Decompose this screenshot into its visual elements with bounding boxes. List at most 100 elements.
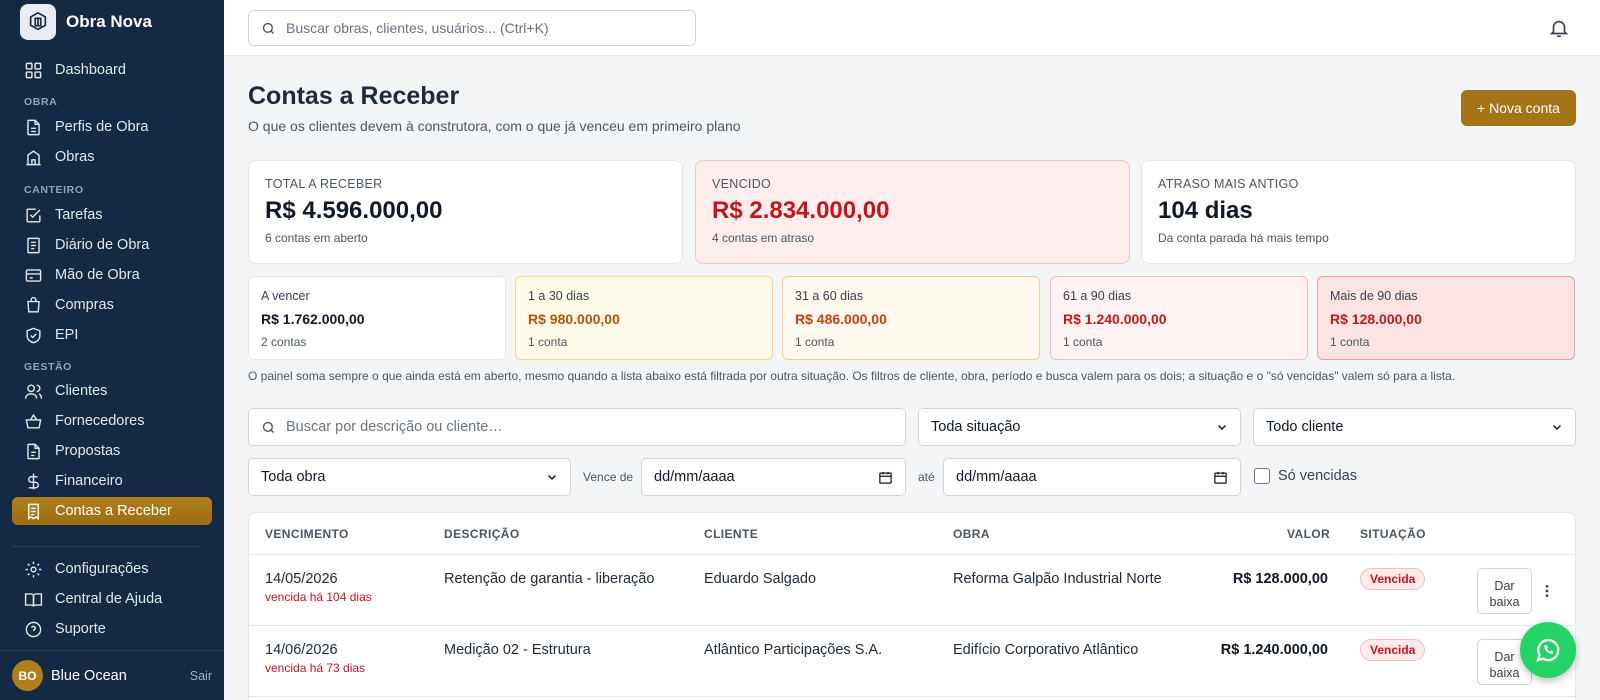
shield-check-icon [26, 327, 41, 343]
cell-description: Retenção de garantia - liberação [444, 571, 655, 587]
sidebar-item-label: Perfis de Obra [55, 119, 149, 135]
filter-cliente-select[interactable]: Todo cliente [1253, 408, 1576, 446]
date-from-input[interactable]: dd/mm/aaaa [641, 458, 906, 496]
topbar: Buscar obras, clientes, usuários... (Ctr… [224, 0, 1600, 56]
filter-obra-select[interactable]: Toda obra [248, 458, 571, 496]
aging-count: 1 conta [1330, 335, 1370, 349]
sidebar-item-financeiro[interactable]: Financeiro [12, 467, 212, 495]
kpi-label: VENCIDO [712, 177, 772, 191]
sidebar-item-label: Central de Ajuda [55, 591, 163, 607]
col-header-obra[interactable]: OBRA [953, 527, 990, 541]
sidebar-item-dashboard[interactable]: Dashboard [12, 56, 212, 84]
user-name: Blue Ocean [51, 667, 127, 684]
sidebar-item-configuracoes[interactable]: Configurações [12, 555, 212, 583]
sidebar-item-tarefas[interactable]: Tarefas [12, 201, 212, 229]
cell-due-date: 14/06/2026 [265, 642, 338, 658]
ate-label: até [918, 470, 935, 484]
sidebar-item-mao-de-obra[interactable]: Mão de Obra [12, 261, 212, 289]
sidebar-item-diario-de-obra[interactable]: Diário de Obra [12, 231, 212, 259]
date-from-value: dd/mm/aaaa [654, 469, 735, 485]
aging-card-mais-90[interactable]: Mais de 90 dias R$ 128.000,00 1 conta [1317, 276, 1575, 360]
brand-name: Obra Nova [66, 12, 152, 31]
cell-due-note: vencida há 73 dias [265, 661, 366, 675]
status-badge: Vencida [1360, 568, 1426, 590]
brand[interactable]: Obra Nova [20, 4, 152, 40]
page-title: Contas a Receber [248, 82, 460, 110]
cell-value: R$ 1.240.000,00 [1220, 642, 1328, 658]
aging-value: R$ 1.762.000,00 [261, 311, 365, 327]
checkbox-box[interactable] [1254, 468, 1270, 484]
sidebar-item-clientes[interactable]: Clientes [12, 377, 212, 405]
aging-card-1-30[interactable]: 1 a 30 dias R$ 980.000,00 1 conta [515, 276, 773, 360]
logout-link[interactable]: Sair [190, 669, 212, 683]
select-value: Todo cliente [1266, 419, 1344, 435]
col-header-cliente[interactable]: CLIENTE [704, 527, 758, 541]
whatsapp-icon [1536, 638, 1560, 662]
table-row[interactable]: 14/06/2026 vencida há 73 dias Medição 02… [249, 626, 1575, 697]
sidebar-item-label: Tarefas [55, 207, 103, 223]
page-subtitle: O que os clientes devem à construtora, c… [248, 118, 741, 134]
kpi-vencido: VENCIDO R$ 2.834.000,00 4 contas em atra… [695, 160, 1130, 264]
date-to-input[interactable]: dd/mm/aaaa [943, 458, 1241, 496]
global-search-input[interactable]: Buscar obras, clientes, usuários... (Ctr… [248, 10, 696, 46]
sidebar-item-obras[interactable]: Obras [12, 143, 212, 171]
sidebar-item-suporte[interactable]: Suporte [12, 615, 212, 643]
bell-icon[interactable] [1548, 17, 1570, 39]
dar-baixa-button[interactable]: Dar baixa [1477, 568, 1532, 614]
sidebar-item-label: Suporte [55, 621, 106, 637]
aging-count: 2 contas [261, 335, 307, 349]
sidebar-item-label: Compras [55, 297, 114, 313]
dollar-icon [28, 473, 39, 489]
sidebar-item-label: Clientes [55, 383, 108, 399]
gear-icon [25, 561, 42, 577]
kpi-value: 104 dias [1158, 197, 1253, 224]
search-icon [262, 22, 274, 34]
kpi-atraso-mais-antigo: ATRASO MAIS ANTIGO 104 dias Da conta par… [1141, 160, 1576, 264]
sidebar-item-label: Mão de Obra [55, 267, 140, 283]
filter-search-input[interactable]: Buscar por descrição ou cliente… [248, 408, 906, 446]
sidebar-item-central-de-ajuda[interactable]: Central de Ajuda [12, 585, 212, 613]
file-text-icon [27, 119, 40, 135]
notebook-icon [27, 237, 40, 253]
more-vertical-icon[interactable] [1539, 583, 1555, 599]
new-account-button[interactable]: + Nova conta [1461, 90, 1576, 126]
table-row[interactable]: 14/05/2026 vencida há 104 dias Retenção … [249, 555, 1575, 626]
cell-client: Atlântico Participações S.A. [704, 642, 883, 658]
calendar-icon[interactable] [878, 470, 893, 485]
kpi-label: ATRASO MAIS ANTIGO [1158, 177, 1299, 191]
aging-card-a-vencer[interactable]: A vencer R$ 1.762.000,00 2 contas [248, 276, 506, 360]
sidebar-item-epi[interactable]: EPI [12, 321, 212, 349]
document-icon [27, 443, 40, 459]
chevron-down-icon [1552, 424, 1562, 431]
sidebar-item-contas-a-receber[interactable]: Contas a Receber [12, 497, 212, 525]
cell-description: Medição 02 - Estrutura [444, 642, 591, 658]
aging-label: Mais de 90 dias [1330, 289, 1418, 303]
aging-value: R$ 128.000,00 [1330, 311, 1422, 327]
kpi-note: 4 contas em atraso [712, 231, 815, 245]
whatsapp-button[interactable] [1520, 622, 1576, 678]
date-to-value: dd/mm/aaaa [956, 469, 1037, 485]
calendar-icon[interactable] [1213, 470, 1228, 485]
aging-card-31-60[interactable]: 31 a 60 dias R$ 486.000,00 1 conta [782, 276, 1040, 360]
select-value: Toda obra [261, 469, 326, 485]
col-header-situacao[interactable]: SITUAÇÃO [1360, 527, 1426, 541]
aging-value: R$ 486.000,00 [795, 311, 887, 327]
kpi-total-a-receber: TOTAL A RECEBER R$ 4.596.000,00 6 contas… [248, 160, 683, 264]
sidebar-divider [12, 546, 200, 547]
sidebar-item-label: Diário de Obra [55, 237, 150, 253]
avatar[interactable]: BO [12, 660, 43, 691]
col-header-valor[interactable]: VALOR [1287, 527, 1330, 541]
col-header-descricao[interactable]: DESCRIÇÃO [444, 527, 520, 541]
sidebar-item-fornecedores[interactable]: Fornecedores [12, 407, 212, 435]
so-vencidas-checkbox[interactable]: Só vencidas [1254, 468, 1357, 484]
col-header-vencimento[interactable]: VENCIMENTO [265, 527, 349, 541]
sidebar-item-label: Contas a Receber [55, 503, 172, 519]
sidebar-item-propostas[interactable]: Propostas [12, 437, 212, 465]
aging-card-61-90[interactable]: 61 a 90 dias R$ 1.240.000,00 1 conta [1050, 276, 1308, 360]
sidebar-item-perfis-de-obra[interactable]: Perfis de Obra [12, 113, 212, 141]
filter-situacao-select[interactable]: Toda situação [918, 408, 1241, 446]
help-circle-icon [25, 621, 42, 637]
sidebar-item-compras[interactable]: Compras [12, 291, 212, 319]
brand-logo-icon [20, 4, 56, 40]
users-icon [24, 383, 43, 399]
